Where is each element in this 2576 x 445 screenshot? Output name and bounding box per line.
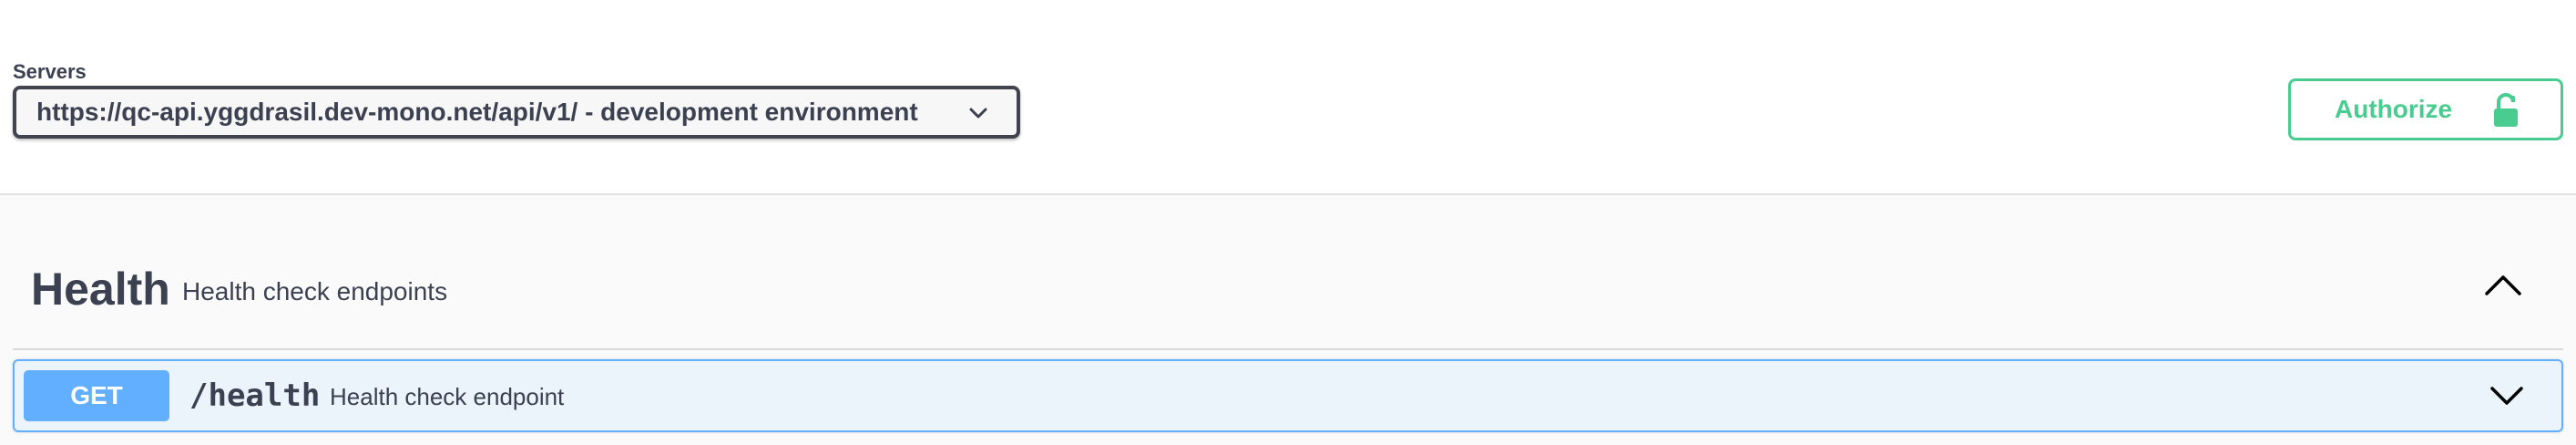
tag-description: Health check endpoints: [182, 277, 448, 305]
operation-get-health[interactable]: GET /health Health check endpoint: [13, 359, 2563, 432]
server-select-value: https://qc-api.yggdrasil.dev-mono.net/ap…: [36, 98, 918, 126]
method-badge: GET: [24, 370, 169, 421]
server-select[interactable]: https://qc-api.yggdrasil.dev-mono.net/ap…: [13, 86, 1020, 139]
operation-path: /health: [189, 378, 321, 414]
tag-name: Health: [31, 264, 170, 315]
unlock-icon: [2494, 93, 2518, 127]
tag-header-health[interactable]: Health Health check endpoints: [13, 195, 2563, 350]
chevron-down-icon: [969, 108, 987, 119]
chevron-up-icon[interactable]: [2483, 272, 2523, 299]
scheme-container: Servers https://qc-api.yggdrasil.dev-mon…: [0, 0, 2576, 195]
chevron-down-icon[interactable]: [2489, 381, 2525, 409]
operation-summary: Health check endpoint: [330, 383, 565, 410]
servers-label: Servers: [13, 60, 87, 83]
authorize-label: Authorize: [2335, 95, 2453, 123]
authorize-button[interactable]: Authorize: [2288, 78, 2563, 140]
api-section: Health Health check endpoints GET /healt…: [0, 195, 2576, 445]
